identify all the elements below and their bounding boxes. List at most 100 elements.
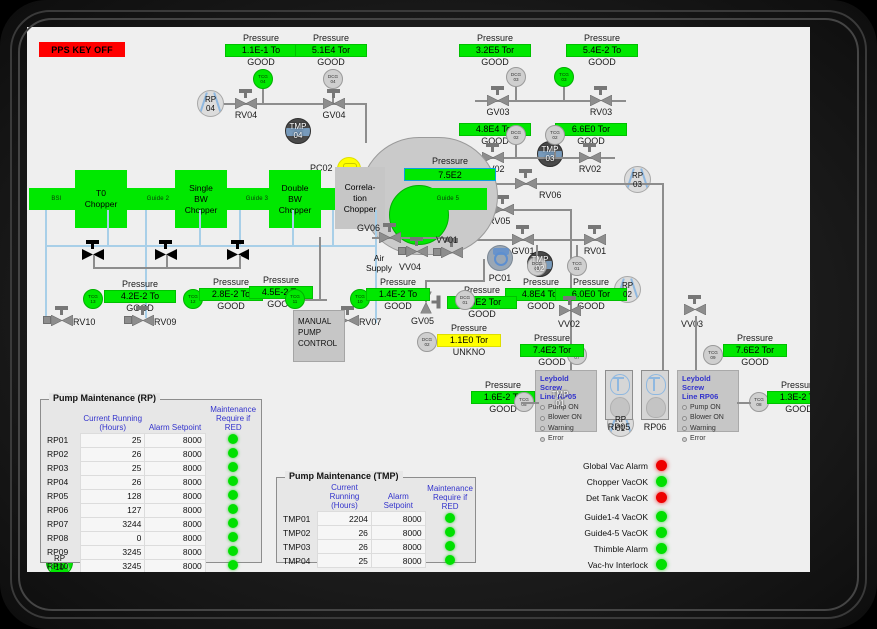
gauge-tcg03[interactable]: TCG 03 — [554, 67, 574, 87]
pump-tmp04[interactable]: TMP 04 — [285, 118, 311, 144]
manual-pump-control-panel[interactable]: MANUAL PUMP CONTROL — [293, 310, 345, 362]
valve-vv02[interactable] — [559, 296, 581, 316]
pump-tmp01[interactable]: TMP 01 — [547, 386, 573, 412]
valve-rv04[interactable] — [235, 89, 257, 109]
chopper-correlation[interactable]: Correla- tion Chopper — [335, 167, 385, 229]
controller-pc01[interactable] — [487, 245, 513, 271]
alarm-setpoint-field[interactable]: 8000 — [144, 544, 206, 560]
leybold-row-blower-on[interactable]: Blower ON — [682, 414, 734, 422]
valve-gv03[interactable] — [487, 86, 509, 106]
gauge-tcg04[interactable]: TCG 04 — [253, 69, 273, 89]
alarm-setpoint-field[interactable]: 8000 — [144, 502, 206, 518]
leybold-row-error[interactable]: Error — [540, 435, 592, 443]
alarm-setpoint-field[interactable]: 8000 — [370, 525, 426, 540]
valve-gv05[interactable] — [420, 290, 441, 314]
running-hours-field[interactable]: 26 — [317, 525, 372, 540]
pump-tmp03[interactable]: TMP 03 — [537, 141, 563, 167]
gauge-tcg09[interactable]: TCG 09 — [703, 345, 723, 365]
alarm-setpoint-field[interactable]: 8000 — [144, 530, 206, 546]
running-hours-field[interactable]: 127 — [80, 502, 146, 518]
valve-rv09[interactable] — [124, 306, 154, 326]
alarm-setpoint-field[interactable]: 8000 — [144, 488, 206, 504]
alarm-setpoint-field[interactable]: 8000 — [144, 558, 206, 572]
valve-vv04[interactable] — [398, 237, 428, 257]
leybold-row-error[interactable]: Error — [682, 435, 734, 443]
chopper-t0[interactable]: T0 Chopper — [75, 170, 127, 228]
valve-rv03[interactable] — [590, 86, 612, 106]
running-hours-field[interactable]: 0 — [80, 530, 146, 546]
controller-pc02[interactable] — [337, 157, 361, 181]
gauge-tcg01[interactable]: TCG 01 — [567, 256, 587, 276]
gauge-tcg02[interactable]: TCG 02 — [545, 125, 565, 145]
valve-rv01[interactable] — [584, 225, 606, 245]
valve-rv06[interactable] — [515, 169, 537, 189]
valve-gv04[interactable] — [323, 89, 345, 109]
detector-tank-vessel[interactable] — [360, 137, 498, 255]
leybold-screw-line-rp06[interactable]: Leybold Screw Line RP06 Pump ON Blower O… — [677, 370, 739, 442]
guide-5[interactable]: Guide 5 — [409, 188, 487, 210]
valve-rv02[interactable] — [579, 143, 601, 163]
gauge-tcg12[interactable]: TCG 12 — [183, 289, 203, 309]
valve-rv10[interactable] — [43, 306, 73, 326]
guide-2[interactable]: Guide 2 — [125, 188, 191, 210]
valve-gv01[interactable] — [512, 225, 534, 245]
chopper-double-bw[interactable]: Double BW Chopper — [269, 170, 321, 228]
gauge-tcg07[interactable]: TCG 07 — [567, 345, 587, 365]
gauge-tcg08[interactable]: TCG 08 — [749, 392, 769, 412]
alarm-setpoint-field[interactable]: 8000 — [144, 474, 206, 490]
leybold-row-pump-on[interactable]: Pump ON — [682, 404, 734, 412]
leybold-row-warning[interactable]: Warning — [540, 425, 592, 433]
valve-beam-2[interactable] — [155, 240, 177, 260]
pump-tmp02[interactable]: TMP 02 — [527, 251, 553, 277]
alarm-setpoint-field[interactable]: 8000 — [370, 539, 426, 554]
screw-pump-rp06[interactable] — [641, 370, 669, 420]
alarm-setpoint-field[interactable]: 8000 — [144, 460, 206, 476]
gauge-tcg05[interactable]: TCG 05 — [514, 392, 534, 412]
running-hours-field[interactable]: 25 — [80, 432, 146, 448]
running-hours-field[interactable]: 128 — [80, 488, 146, 504]
valve-rv07[interactable] — [329, 306, 359, 326]
leybold-row-warning[interactable]: Warning — [682, 425, 734, 433]
running-hours-field[interactable]: 2204 — [317, 511, 372, 526]
valve-rv05[interactable] — [492, 195, 514, 215]
guide-3[interactable]: Guide 3 — [223, 188, 291, 210]
gauge-dcg02[interactable]: DCG 02 — [506, 125, 526, 145]
running-hours-field[interactable]: 3245 — [80, 558, 146, 572]
gauge-cdg02[interactable]: DCG 02 — [417, 332, 437, 352]
pump-rp03[interactable]: RP 03 — [624, 166, 651, 193]
gauge-tcg13[interactable]: TCG 13 — [83, 289, 103, 309]
alarm-setpoint-field[interactable]: 8000 — [370, 553, 426, 568]
gauge-dcg04[interactable]: DCG 04 — [323, 69, 343, 89]
guide-bsi[interactable]: BSI — [29, 188, 84, 210]
valve-gv02[interactable] — [482, 143, 504, 163]
valve-gv06[interactable] — [379, 223, 401, 243]
gauge-tcg11[interactable]: TCG 11 — [285, 289, 305, 309]
th-hours: Current Running (Hours) — [329, 483, 360, 510]
valve-beam-1[interactable] — [82, 240, 104, 260]
pump-rp04[interactable]: RP 04 — [197, 90, 224, 117]
alarm-setpoint-field[interactable]: 8000 — [370, 511, 426, 526]
valve-beam-3[interactable] — [227, 240, 249, 260]
pump-rp10[interactable]: RP 10 — [46, 549, 73, 572]
valve-vv01[interactable] — [433, 238, 463, 258]
chopper-single-bw[interactable]: Single BW Chopper — [175, 170, 227, 228]
gauge-dcg03[interactable]: DCG 03 — [506, 67, 526, 87]
gauge-cdg01[interactable]: DCG 01 — [455, 290, 475, 310]
leybold-row-blower-on[interactable]: Blower ON — [540, 414, 592, 422]
guide-4[interactable]: Guide 4 — [315, 188, 385, 210]
pump-rp02[interactable]: RP 02 — [614, 276, 641, 303]
valve-vv03[interactable] — [684, 295, 706, 315]
running-hours-field[interactable]: 26 — [80, 474, 146, 490]
alarm-setpoint-field[interactable]: 8000 — [144, 446, 206, 462]
alarm-setpoint-field[interactable]: 8000 — [144, 432, 206, 448]
running-hours-field[interactable]: 25 — [317, 553, 372, 568]
running-hours-field[interactable]: 26 — [80, 446, 146, 462]
running-hours-field[interactable]: 3245 — [80, 544, 146, 560]
running-hours-field[interactable]: 3244 — [80, 516, 146, 532]
running-hours-field[interactable]: 26 — [317, 539, 372, 554]
alarm-setpoint-field[interactable]: 8000 — [144, 516, 206, 532]
screw-pump-rp05[interactable] — [605, 370, 633, 420]
gauge-tcg10[interactable]: TCG 10 — [350, 289, 370, 309]
running-hours-field[interactable]: 25 — [80, 460, 146, 476]
pump-rp01[interactable]: RP 01 — [607, 410, 634, 437]
